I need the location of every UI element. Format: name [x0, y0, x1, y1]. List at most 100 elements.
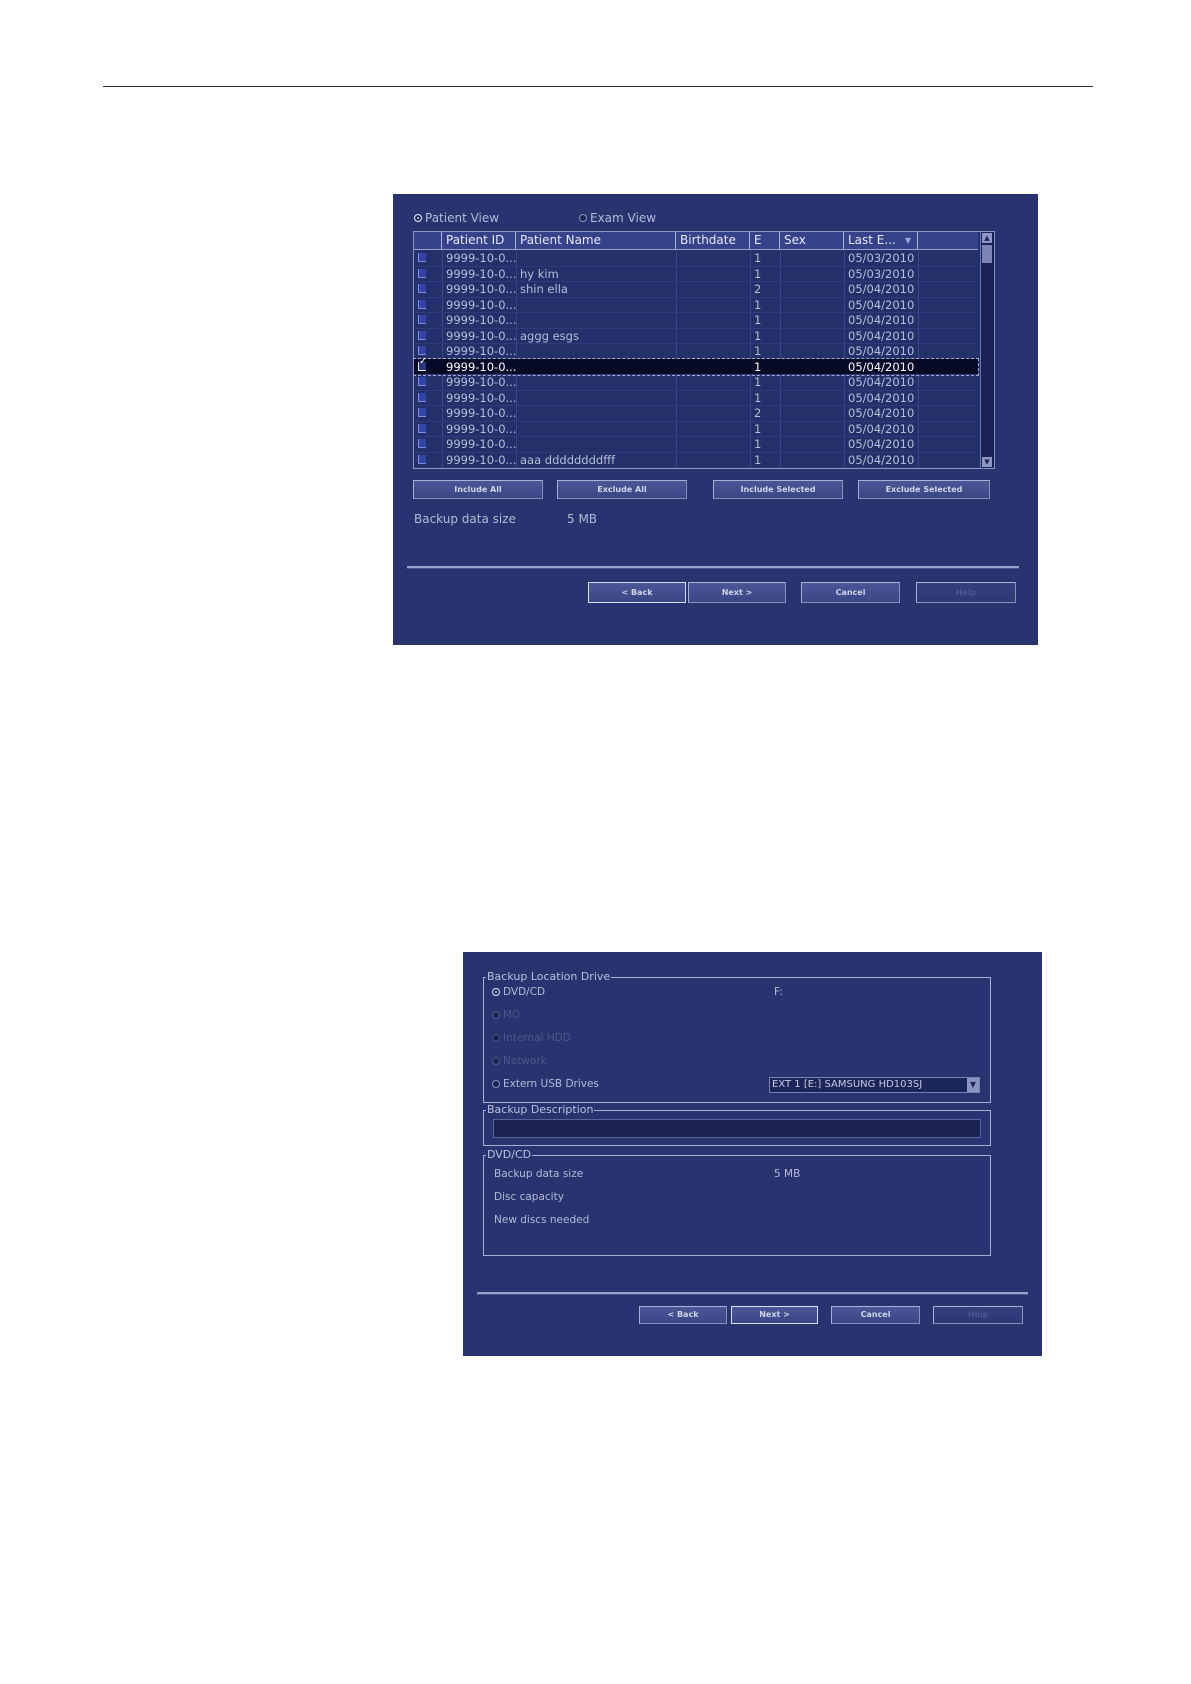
cell-sex [780, 266, 844, 281]
location-label-mo: MO [503, 1009, 521, 1021]
radio-disabled-icon [492, 1057, 500, 1065]
cell-sex [780, 452, 844, 467]
backup-description-input[interactable] [493, 1119, 981, 1138]
location-radio-dvd[interactable]: DVD/CD [492, 986, 545, 998]
scroll-thumb[interactable] [982, 245, 992, 263]
backup-patient-selection-screen: Patient View Exam View Patient ID Patien… [393, 194, 1038, 645]
column-header-checkbox[interactable] [414, 232, 442, 249]
divider-line [407, 566, 1019, 569]
cell-last-exam: 05/04/2010 [848, 344, 915, 358]
table-row[interactable]: 9999-10-0... hy kim 1 05/03/2010 [414, 266, 978, 282]
help-button[interactable]: Help [933, 1306, 1023, 1324]
scroll-down-icon[interactable]: ▼ [982, 457, 992, 467]
table-row[interactable]: 9999-10-0... 2 05/04/2010 [414, 405, 978, 422]
column-header-patient-name[interactable]: Patient Name [516, 232, 676, 249]
radio-selected-icon [492, 988, 500, 996]
table-row[interactable]: 9999-10-0... aaa ddddddddfff 1 05/04/2010 [414, 452, 978, 468]
cell-sex [780, 250, 844, 265]
cell-patient-id: 9999-10-0... [446, 421, 516, 436]
back-button[interactable]: < Back [639, 1306, 727, 1324]
cell-patient-id: 9999-10-0... [446, 266, 516, 281]
table-row[interactable]: 9999-10-0... 1 05/04/2010 [414, 343, 978, 360]
cell-birthdate [676, 436, 750, 451]
checkbox-checked-icon[interactable] [418, 356, 427, 371]
cell-sex [780, 421, 844, 436]
location-label-internal-hdd: Internal HDD [503, 1032, 571, 1044]
cell-exams: 1 [754, 390, 762, 405]
column-header-birthdate[interactable]: Birthdate [676, 232, 750, 249]
help-button[interactable]: Help [916, 582, 1016, 603]
location-label-usb: Extern USB Drives [503, 1078, 599, 1090]
location-radio-network[interactable]: Network [492, 1055, 547, 1067]
column-header-exams[interactable]: E [750, 232, 780, 249]
checkbox-icon[interactable] [418, 284, 426, 293]
exclude-all-button[interactable]: Exclude All [557, 480, 687, 499]
cell-exams: 1 [754, 313, 762, 327]
checkbox-icon[interactable] [418, 330, 426, 340]
checkbox-icon[interactable] [418, 423, 426, 433]
checkbox-icon[interactable] [418, 315, 426, 324]
cell-sex [780, 281, 844, 296]
cell-patient-name [516, 436, 676, 451]
table-row[interactable]: 9999-10-0... 1 05/04/2010 [414, 390, 978, 406]
cell-patient-name [516, 343, 676, 358]
cell-sex [780, 390, 844, 405]
cancel-button[interactable]: Cancel [831, 1306, 920, 1324]
table-row[interactable]: 9999-10-0... 1 05/04/2010 [414, 421, 978, 437]
cell-patient-name [516, 390, 676, 405]
table-row[interactable]: 9999-10-0... 1 05/04/2010 [414, 356, 979, 376]
checkbox-icon[interactable] [418, 439, 426, 448]
checkbox-icon[interactable] [418, 408, 426, 417]
usb-drive-select[interactable]: EXT 1 [E:] SAMSUNG HD103SJ ▼ [769, 1077, 980, 1093]
checkbox-icon[interactable] [418, 268, 426, 278]
table-row[interactable]: 9999-10-0... 1 05/04/2010 [414, 297, 978, 313]
backup-description-group: Backup Description [483, 1103, 991, 1146]
chevron-down-icon[interactable]: ▼ [967, 1078, 979, 1092]
usb-drive-value: EXT 1 [E:] SAMSUNG HD103SJ [772, 1079, 923, 1090]
cell-birthdate [676, 328, 750, 343]
next-button[interactable]: Next > [688, 582, 786, 603]
column-header-patient-id[interactable]: Patient ID [442, 232, 516, 249]
table-row[interactable]: 9999-10-0... aggg esgs 1 05/04/2010 [414, 328, 978, 344]
location-radio-internal-hdd[interactable]: Internal HDD [492, 1032, 571, 1044]
patient-table: Patient ID Patient Name Birthdate E Sex … [413, 231, 995, 469]
location-radio-usb[interactable]: Extern USB Drives [492, 1078, 599, 1090]
back-button[interactable]: < Back [588, 582, 686, 603]
include-selected-button[interactable]: Include Selected [713, 480, 843, 499]
checkbox-icon[interactable] [418, 377, 426, 386]
cell-last-exam: 05/03/2010 [848, 251, 915, 265]
scroll-up-icon[interactable]: ▲ [982, 233, 992, 243]
cell-last-exam: 05/04/2010 [848, 328, 915, 343]
cell-birthdate [676, 312, 750, 327]
cell-sex [780, 405, 844, 420]
cell-exams: 1 [754, 452, 762, 467]
include-all-button[interactable]: Include All [413, 480, 543, 499]
column-header-last-exam[interactable]: Last E... ▼ [844, 232, 918, 249]
table-row[interactable]: 9999-10-0... 1 05/04/2010 [414, 312, 978, 329]
checkbox-icon[interactable] [418, 392, 426, 402]
cell-last-exam: 05/04/2010 [848, 297, 915, 312]
checkbox-icon[interactable] [418, 454, 426, 464]
checkbox-icon[interactable] [418, 346, 426, 355]
cancel-button[interactable]: Cancel [801, 582, 900, 603]
table-row[interactable]: 9999-10-0... 1 05/04/2010 [414, 374, 978, 391]
location-radio-mo[interactable]: MO [492, 1009, 520, 1021]
checkbox-icon[interactable] [418, 299, 426, 309]
new-discs-needed-label: New discs needed [494, 1214, 590, 1226]
cell-exams: 1 [754, 328, 762, 343]
patient-view-radio[interactable]: Patient View [414, 211, 499, 225]
table-row[interactable]: 9999-10-0... shin ella 2 05/04/2010 [414, 281, 978, 298]
column-header-sex[interactable]: Sex [780, 232, 844, 249]
next-button[interactable]: Next > [731, 1306, 818, 1324]
cell-birthdate [676, 421, 750, 436]
table-scrollbar[interactable]: ▲ ▼ [980, 232, 994, 468]
table-row[interactable]: 9999-10-0... 1 05/03/2010 [414, 250, 978, 267]
exclude-selected-button[interactable]: Exclude Selected [858, 480, 990, 499]
cell-sex [780, 374, 844, 389]
checkbox-icon[interactable] [418, 253, 426, 262]
backup-location-legend: Backup Location Drive [486, 970, 612, 983]
exam-view-radio[interactable]: Exam View [579, 211, 656, 225]
location-label-dvd: DVD/CD [503, 986, 546, 998]
table-row[interactable]: 9999-10-0... 1 05/04/2010 [414, 436, 978, 453]
cell-exams: 1 [754, 421, 762, 436]
